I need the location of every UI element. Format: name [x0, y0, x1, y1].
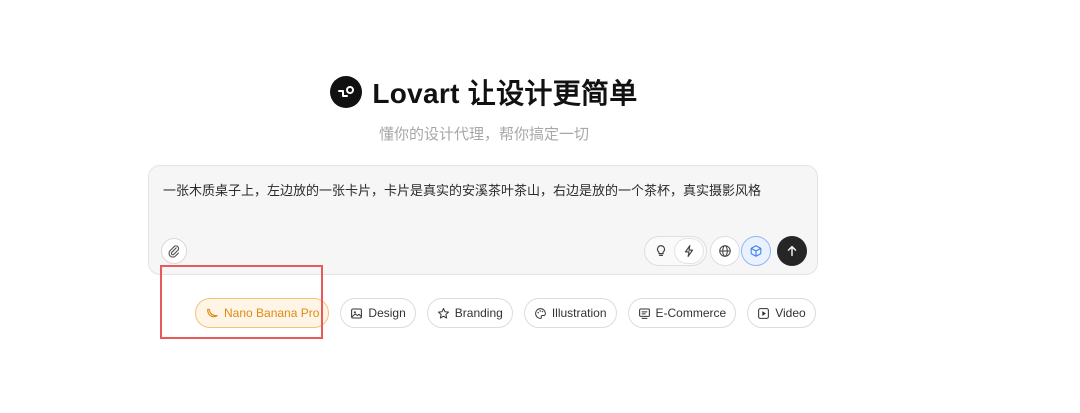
- attach-button[interactable]: [161, 238, 187, 264]
- play-icon: [758, 307, 770, 319]
- web-search-button[interactable]: [710, 236, 740, 266]
- chip-video[interactable]: Video: [747, 298, 816, 328]
- chip-design[interactable]: Design: [340, 298, 416, 328]
- star-icon: [437, 307, 449, 319]
- chip-e-commerce[interactable]: E-Commerce: [627, 298, 737, 328]
- banana-icon: [207, 308, 218, 318]
- page-title: Lovart 让设计更简单: [372, 78, 638, 109]
- chip-label: Branding: [454, 306, 503, 320]
- chip-nano-banana-pro[interactable]: Nano Banana Pro: [195, 298, 330, 328]
- chip-label: Design: [368, 306, 406, 320]
- prompt-input[interactable]: 一张木质桌子上，左边放的一张卡片，卡片是真实的安溪茶叶茶山，右边是放的一个茶杯，…: [163, 180, 761, 199]
- page-subtitle: 懂你的设计代理，帮你搞定一切: [378, 126, 589, 143]
- fast-mode-button[interactable]: [675, 239, 703, 263]
- prompt-composer[interactable]: 一张木质桌子上，左边放的一张卡片，卡片是真实的安溪茶叶茶山，右边是放的一个茶杯，…: [148, 165, 818, 275]
- lovart-logo-icon: [330, 76, 363, 108]
- idea-mode-button[interactable]: [647, 239, 675, 263]
- mode-toggle[interactable]: [644, 236, 707, 266]
- suggestion-chips: Nano Banana Pro Design Branding Illustra…: [195, 298, 816, 328]
- palette-icon: [535, 307, 546, 319]
- image-icon: [351, 308, 363, 318]
- chip-label: Nano Banana Pro: [224, 306, 320, 320]
- arrow-up-icon: [787, 245, 797, 257]
- cube-icon: [750, 245, 762, 257]
- model-select-button[interactable]: [741, 236, 771, 266]
- chip-label: Illustration: [551, 306, 607, 320]
- send-button[interactable]: [777, 236, 807, 266]
- lightning-icon: [684, 245, 694, 257]
- chip-label: E-Commerce: [655, 306, 727, 320]
- paperclip-icon: [168, 245, 180, 258]
- hero-header: Lovart 让设计更简单: [0, 72, 968, 112]
- globe-icon: [719, 245, 731, 257]
- chip-label: Video: [775, 306, 806, 320]
- lightbulb-icon: [656, 245, 666, 256]
- chip-branding[interactable]: Branding: [426, 298, 513, 328]
- monitor-icon: [638, 308, 650, 319]
- chip-illustration[interactable]: Illustration: [523, 298, 617, 328]
